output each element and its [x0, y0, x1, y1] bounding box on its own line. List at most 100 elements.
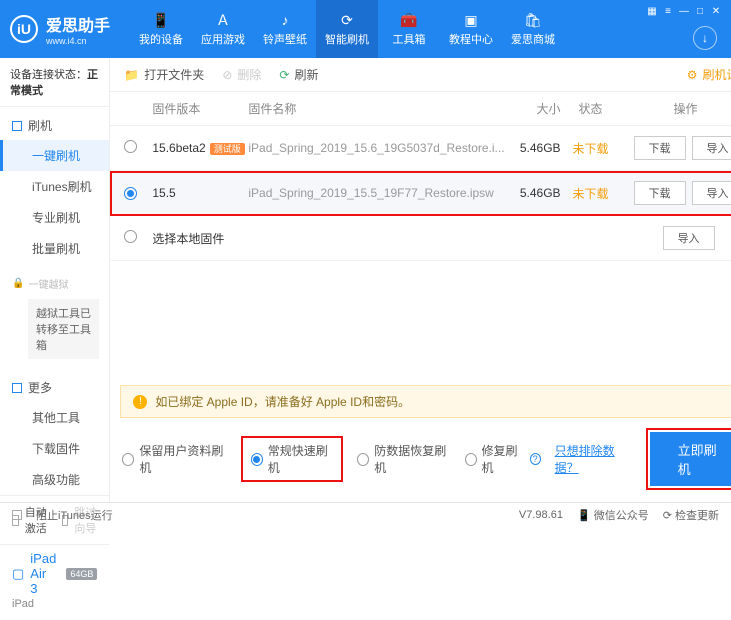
row-radio[interactable]	[124, 230, 137, 243]
sidebar-item-advanced[interactable]: 高级功能	[0, 464, 109, 495]
nav-label: 智能刷机	[325, 31, 369, 47]
import-button[interactable]: 导入	[692, 136, 731, 160]
opt-repair-flash[interactable]: 修复刷机?	[465, 442, 541, 476]
cell-state: 未下载	[561, 185, 621, 202]
main-nav: 📱我的设备 Ａ应用游戏 ♪ 铃声壁纸 ⟳ 智能刷机 🧰工具箱 ▣ 教程中心 🛍爱思商城	[130, 0, 564, 58]
btn-label: 刷新	[294, 66, 318, 83]
refresh-button[interactable]: ⟳ 刷新	[279, 66, 318, 83]
device-type: iPad	[12, 598, 97, 610]
download-manager-icon[interactable]: ↓	[693, 26, 717, 50]
nav-ringtone[interactable]: ♪ 铃声壁纸	[254, 0, 316, 58]
status-label: 设备连接状态：	[10, 69, 87, 81]
table-row[interactable]: 15.5 iPad_Spring_2019_15.5_19F77_Restore…	[110, 171, 731, 216]
open-folder-button[interactable]: 📁 打开文件夹	[124, 66, 204, 83]
radio-icon	[465, 453, 477, 466]
group-label: 刷机	[28, 117, 52, 134]
opt-normal-flash[interactable]: 常规快速刷机	[241, 436, 343, 482]
brand: iU 爱思助手 www.i4.cn	[10, 12, 110, 46]
refresh-icon: ⟳	[279, 68, 289, 82]
btn-label: 打开文件夹	[144, 66, 204, 83]
sidebar: 设备连接状态：正常模式 刷机 一键刷机 iTunes刷机 专业刷机 批量刷机 🔒…	[0, 58, 110, 502]
footer-label: 阻止iTunes运行	[36, 507, 113, 523]
flash-now-button[interactable]: 立即刷机	[650, 432, 731, 486]
nav-tools[interactable]: 🧰工具箱	[378, 0, 440, 58]
delete-button[interactable]: ⊘删除	[222, 66, 261, 83]
opt-label: 常规快速刷机	[268, 442, 333, 476]
sidebar-item-itunes[interactable]: iTunes刷机	[0, 171, 109, 202]
tablet-icon: ▢	[12, 566, 24, 582]
radio-icon	[251, 453, 263, 466]
menu-button[interactable]: ▦	[645, 4, 659, 18]
close-button[interactable]: ✕	[709, 4, 723, 18]
beta-tag: 测试版	[210, 143, 245, 155]
device-card[interactable]: ▢ iPad Air 3 64GB iPad	[0, 544, 109, 620]
gear-icon: ⚙	[687, 68, 698, 82]
import-button[interactable]: 导入	[663, 226, 715, 250]
row-radio[interactable]	[124, 140, 137, 153]
square-icon	[12, 383, 22, 393]
device-name: iPad Air 3	[30, 551, 56, 596]
download-button[interactable]: 下载	[634, 136, 686, 160]
notice-text: 如已绑定 Apple ID，请准备好 Apple ID和密码。	[155, 393, 410, 410]
flash-settings-button[interactable]: ⚙刷机设置	[687, 66, 731, 83]
opt-label: 修复刷机	[482, 442, 525, 476]
nav-flash[interactable]: ⟳ 智能刷机	[316, 0, 378, 58]
skin-button[interactable]: ≡	[661, 4, 675, 18]
info-icon[interactable]: ?	[530, 453, 541, 465]
sidebar-item-othertools[interactable]: 其他工具	[0, 402, 109, 433]
th-size: 大小	[505, 100, 561, 117]
refresh-icon: ⟳	[338, 11, 356, 29]
nav-shop[interactable]: 🛍爱思商城	[502, 0, 564, 58]
storage-badge: 64GB	[66, 568, 97, 580]
cell-version: 15.5	[152, 186, 175, 200]
music-icon: ♪	[276, 11, 294, 29]
cell-filename: iPad_Spring_2019_15.6_19G5037d_Restore.i…	[248, 141, 504, 155]
cell-version: 15.6beta2	[152, 141, 205, 155]
table-row[interactable]: 15.6beta2 测试版 iPad_Spring_2019_15.6_19G50…	[110, 126, 731, 171]
book-icon: ▣	[462, 11, 480, 29]
row-radio[interactable]	[124, 187, 137, 200]
th-name: 固件名称	[248, 100, 504, 117]
sidebar-group-more[interactable]: 更多	[0, 373, 109, 402]
nav-label: 铃声壁纸	[263, 31, 307, 47]
device-status: 设备连接状态：正常模式	[0, 58, 109, 107]
apps-icon: Ａ	[214, 11, 232, 29]
cell-filename: iPad_Spring_2019_15.5_19F77_Restore.ipsw	[248, 186, 504, 200]
block-itunes-checkbox[interactable]	[12, 510, 22, 520]
maximize-button[interactable]: □	[693, 4, 707, 18]
table-row-local[interactable]: 选择本地固件 导入	[110, 216, 731, 261]
shop-icon: 🛍	[524, 11, 542, 29]
link-label: 检查更新	[675, 510, 719, 522]
sidebar-group-flash[interactable]: 刷机	[0, 111, 109, 140]
opt-anti-recovery[interactable]: 防数据恢复刷机	[357, 442, 450, 476]
folder-icon: 📁	[124, 68, 139, 82]
th-state: 状态	[561, 100, 621, 117]
version-label: V7.98.61	[519, 509, 563, 521]
sidebar-item-download-fw[interactable]: 下载固件	[0, 433, 109, 464]
nav-my-device[interactable]: 📱我的设备	[130, 0, 192, 58]
sidebar-item-oneclick[interactable]: 一键刷机	[0, 140, 109, 171]
sidebar-item-batch[interactable]: 批量刷机	[0, 233, 109, 264]
toolbar: 📁 打开文件夹 ⊘删除 ⟳ 刷新 ⚙刷机设置	[110, 58, 731, 92]
th-ops: 操作	[621, 100, 731, 117]
title-bar: iU 爱思助手 www.i4.cn 📱我的设备 Ａ应用游戏 ♪ 铃声壁纸 ⟳ 智能刷…	[0, 0, 731, 58]
nav-apps[interactable]: Ａ应用游戏	[192, 0, 254, 58]
wechat-link[interactable]: 📱 微信公众号	[577, 507, 649, 523]
window-controls: ▦ ≡ — □ ✕	[645, 4, 723, 18]
nav-label: 教程中心	[449, 31, 493, 47]
nav-label: 我的设备	[139, 31, 183, 47]
th-version: 固件版本	[152, 100, 248, 117]
opt-keep-data[interactable]: 保留用户资料刷机	[122, 442, 226, 476]
download-button[interactable]: 下载	[634, 181, 686, 205]
brand-name: 爱思助手	[46, 12, 110, 36]
exclude-data-link[interactable]: 只想排除数据？	[555, 442, 632, 476]
group-label: 一键越狱	[28, 276, 68, 291]
minimize-button[interactable]: —	[677, 4, 691, 18]
cell-size: 5.46GB	[505, 141, 561, 155]
check-update-link[interactable]: ⟳ 检查更新	[663, 507, 719, 523]
sidebar-item-pro[interactable]: 专业刷机	[0, 202, 109, 233]
import-button[interactable]: 导入	[692, 181, 731, 205]
flash-options: 保留用户资料刷机 常规快速刷机 防数据恢复刷机 修复刷机? 只想排除数据？ 立即…	[110, 418, 731, 502]
nav-tutorial[interactable]: ▣ 教程中心	[440, 0, 502, 58]
nav-label: 工具箱	[393, 31, 426, 47]
